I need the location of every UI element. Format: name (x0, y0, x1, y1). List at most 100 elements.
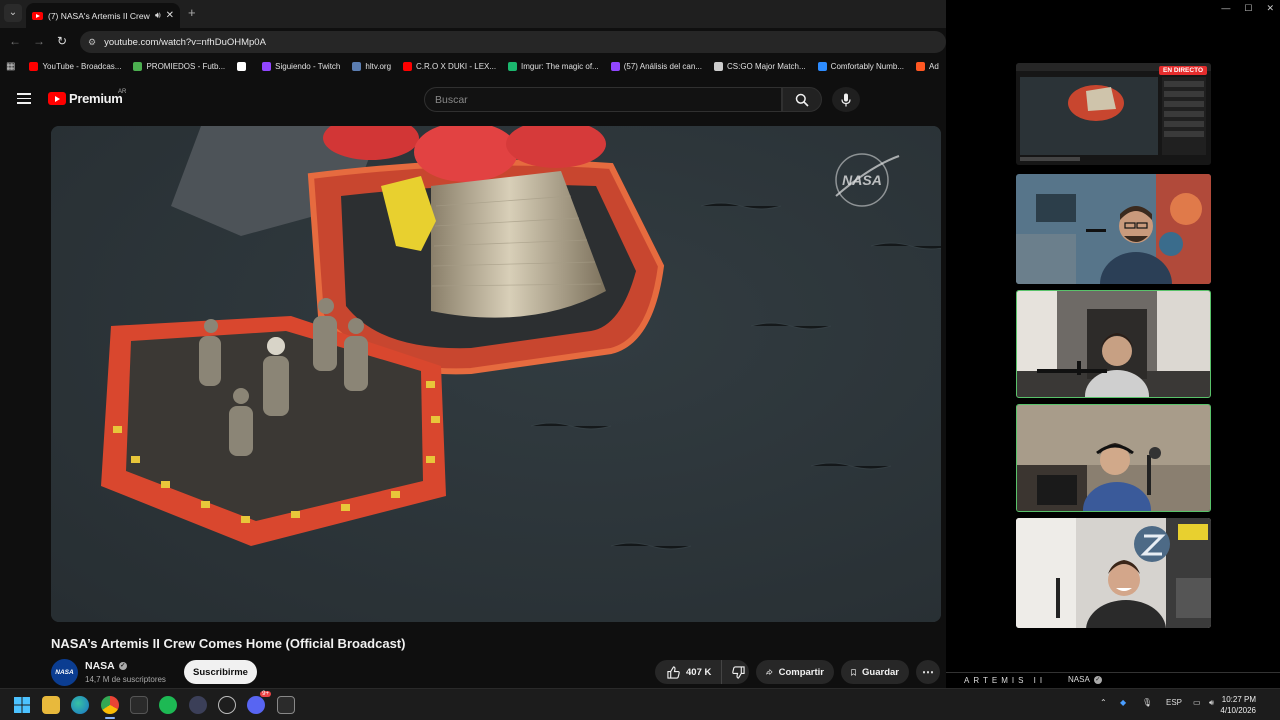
bookmark-label: Ad (929, 61, 939, 71)
verified-icon: ✓ (118, 662, 127, 670)
video-player[interactable]: NASA (51, 126, 941, 622)
nav-bar: ← → ↻ ⚙ youtube.com/watch?v=nfhDuOHMp0A (0, 28, 946, 55)
bookmark-favicon-icon (713, 61, 723, 71)
chrome-icon[interactable] (101, 696, 119, 719)
tray-app-icon[interactable]: ◆ (1120, 698, 1126, 707)
youtube-logo[interactable]: Premium (48, 91, 123, 106)
dislike-button[interactable] (728, 660, 749, 684)
back-icon[interactable]: ← (9, 34, 21, 48)
channel-name-text[interactable]: NASA (85, 660, 115, 672)
new-tab-icon[interactable]: + (188, 5, 196, 20)
clock[interactable]: 10:27 PM 4/10/2026 (1220, 694, 1256, 716)
bookmark-item[interactable]: PROMIEDOS - Futb... (133, 61, 225, 71)
clock-date: 4/10/2026 (1220, 706, 1256, 715)
video-title: NASA’s Artemis II Crew Comes Home (Offic… (51, 636, 406, 651)
more-actions-button[interactable]: ⋯ (916, 660, 940, 684)
bookmark-favicon-icon (817, 61, 827, 71)
tray-expand-icon[interactable]: ⌃ (1100, 698, 1107, 707)
bookmark-item[interactable]: YouTube - Broadcas... (29, 61, 122, 71)
subscriber-count: 14,7 M de suscriptores (85, 675, 166, 684)
tab-strip: ⌄ (7) NASA's Artemis II Crew Com 🔊︎ ✕ + (0, 0, 946, 28)
close-window-icon[interactable]: ✕ (1266, 3, 1274, 14)
clock-time: 10:27 PM (1221, 695, 1256, 704)
windows-start-icon[interactable] (13, 696, 31, 714)
save-button[interactable]: Guardar (841, 660, 909, 684)
epic-games-icon[interactable] (277, 696, 295, 714)
discord-badge: 9+ (260, 691, 271, 697)
bookmark-item[interactable]: hltv.org (352, 61, 392, 71)
bookmark-favicon-icon (508, 61, 518, 71)
volume-icon[interactable]: 🔊︎ (1209, 698, 1214, 708)
channel-avatar-text: NASA (55, 669, 74, 676)
speaker-icon[interactable]: 🔊︎ (155, 10, 161, 21)
maximize-icon[interactable]: ☐ (1244, 3, 1252, 14)
share-button[interactable]: Compartir (756, 660, 834, 684)
bookmark-item[interactable]: Imgur: The magic of... (508, 61, 599, 71)
bookmark-item[interactable]: Comfortably Numb... (817, 61, 904, 71)
webcam-1[interactable] (1016, 174, 1211, 284)
bookmark-favicon-icon (610, 61, 620, 71)
youtube-play-icon (48, 92, 66, 105)
streaming-app-icon[interactable] (130, 696, 148, 714)
url-text[interactable]: youtube.com/watch?v=nfhDuOHMp0A (104, 37, 266, 48)
channel-avatar[interactable]: NASA (51, 659, 78, 686)
svg-text:NASA: NASA (842, 172, 882, 188)
bookmark-label: YouTube - Broadcas... (42, 61, 122, 71)
spotify-icon[interactable] (159, 696, 177, 714)
app-icon[interactable] (189, 696, 207, 714)
forward-icon[interactable]: → (33, 34, 45, 48)
bookmark-favicon-icon (237, 61, 247, 71)
bookmark-label: Siguiendo - Twitch (275, 61, 341, 71)
webcam-2-image (1017, 291, 1210, 397)
network-icon[interactable]: ▭ (1193, 698, 1201, 707)
search-input[interactable]: Buscar (424, 87, 782, 112)
language-indicator[interactable]: ESP (1166, 698, 1182, 707)
file-explorer-icon[interactable] (42, 696, 60, 714)
apps-grid-icon[interactable]: ▦ (6, 61, 15, 72)
bookmark-item[interactable]: Siguiendo - Twitch (262, 61, 341, 71)
thumbs-up-icon (667, 665, 680, 679)
tab-title: (7) NASA's Artemis II Crew Com (48, 10, 150, 21)
taskbar: 9+ ⌃ ◆ 🎙︎ ESP ▭ 🔊︎ 10:27 PM 4/10/2026 (0, 688, 1280, 720)
stream-overlay-window: — ☐ ✕ EN DIRECTO ARTEMIS II NASA ✓ (946, 0, 1280, 688)
video-frame: NASA (51, 126, 941, 622)
bookmark-item[interactable] (237, 61, 250, 71)
bookmark-favicon-icon (29, 61, 39, 71)
bookmark-item[interactable]: Ad (916, 61, 939, 71)
minimize-icon[interactable]: — (1221, 3, 1230, 14)
edge-browser-icon[interactable] (71, 696, 89, 714)
youtube-logo-text: Premium (69, 91, 123, 106)
discord-icon[interactable]: 9+ (247, 691, 271, 714)
bookmark-item[interactable]: CS:GO Major Match... (713, 61, 806, 71)
address-bar[interactable]: ⚙ youtube.com/watch?v=nfhDuOHMp0A (80, 31, 946, 53)
bookmark-favicon-icon (133, 61, 143, 71)
webcam-4[interactable] (1016, 518, 1211, 628)
bookmark-favicon-icon (403, 61, 413, 71)
tab-active[interactable]: (7) NASA's Artemis II Crew Com 🔊︎ ✕ (26, 3, 180, 28)
webcam-3[interactable] (1016, 404, 1211, 512)
region-code: AR (118, 89, 127, 95)
bookmark-label: C.R.O X DUKI - LEX... (416, 61, 497, 71)
microphone-tray-icon[interactable]: 🎙︎ (1142, 698, 1152, 707)
bookmark-label: (57) Análisis del can... (623, 61, 702, 71)
search-button[interactable] (782, 87, 822, 112)
webcam-2[interactable] (1016, 290, 1211, 398)
live-badge: EN DIRECTO (1159, 66, 1207, 75)
site-info-icon[interactable]: ⚙ (88, 37, 96, 48)
subscribe-button[interactable]: Suscribirme (184, 660, 257, 684)
bookmark-label: hltv.org (365, 61, 392, 71)
reload-icon[interactable]: ↻ (57, 34, 67, 48)
tab-search-icon[interactable]: ⌄ (4, 4, 22, 22)
channel-name[interactable]: NASA ✓ (85, 660, 127, 672)
bookmark-item[interactable]: C.R.O X DUKI - LEX... (403, 61, 497, 71)
like-count: 407 K (686, 666, 712, 678)
like-button[interactable]: 407 K (655, 660, 723, 684)
overlay-channel-text: NASA (1068, 675, 1090, 684)
stream-preview[interactable]: EN DIRECTO (1016, 63, 1211, 165)
menu-icon[interactable] (17, 93, 31, 104)
close-tab-icon[interactable]: ✕ (166, 10, 174, 21)
browser-window: ⌄ (7) NASA's Artemis II Crew Com 🔊︎ ✕ + … (0, 0, 946, 688)
bookmark-item[interactable]: (57) Análisis del can... (610, 61, 702, 71)
steam-icon[interactable] (218, 696, 236, 714)
voice-search-button[interactable] (832, 87, 860, 112)
